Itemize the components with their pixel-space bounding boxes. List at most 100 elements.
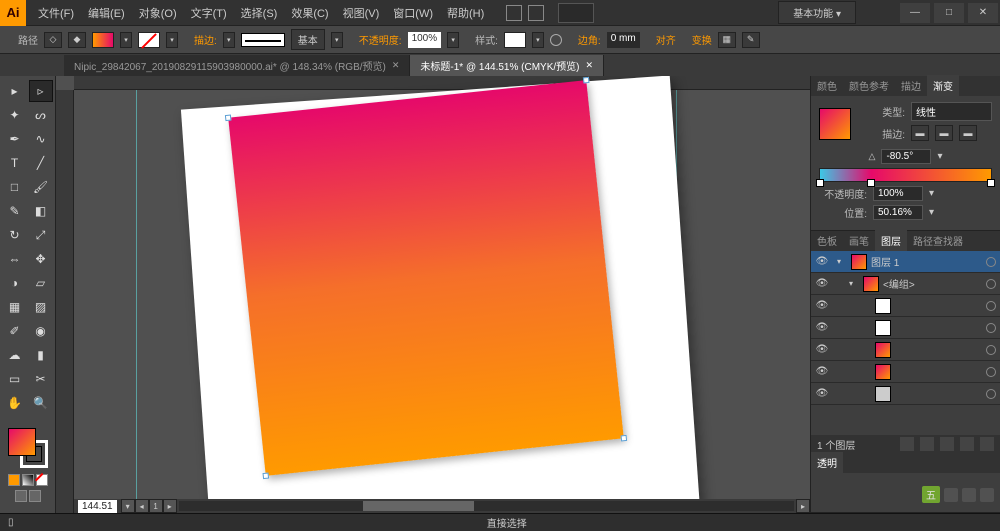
curvature-tool[interactable]: ∿	[29, 128, 53, 150]
menu-select[interactable]: 选择(S)	[235, 1, 284, 25]
artboard-next[interactable]: ▸	[163, 499, 177, 513]
mesh-tool[interactable]: ▦	[3, 296, 27, 318]
slice-tool[interactable]: ✂	[29, 368, 53, 390]
brush-definition[interactable]: 基本	[291, 29, 325, 50]
gradient-stop[interactable]	[816, 179, 824, 187]
panel-tab-layers[interactable]: 图层	[875, 230, 907, 251]
menu-effect[interactable]: 效果(C)	[285, 1, 334, 25]
opacity-label[interactable]: 不透明度:	[359, 32, 402, 47]
column-graph-tool[interactable]: ▮	[29, 344, 53, 366]
search-input[interactable]	[558, 3, 594, 23]
window-close[interactable]: ✕	[968, 3, 998, 23]
color-mode-icon[interactable]	[8, 474, 20, 486]
isolate-icon[interactable]: ▦	[718, 32, 736, 48]
visibility-icon[interactable]: 👁	[815, 256, 829, 267]
anchor-point[interactable]	[583, 77, 590, 84]
panel-tab-gradient[interactable]: 渐变	[927, 75, 959, 96]
visibility-icon[interactable]: 👁	[815, 322, 829, 333]
fill-dropdown[interactable]: ▾	[120, 32, 132, 48]
scrollbar-horizontal[interactable]	[179, 501, 794, 511]
layer-row[interactable]: 👁	[811, 383, 1000, 405]
fill-box[interactable]	[8, 428, 36, 456]
none-mode-icon[interactable]	[36, 474, 48, 486]
opacity-dropdown[interactable]: ▾	[447, 32, 459, 48]
panel-tab-transparency[interactable]: 透明	[811, 452, 843, 473]
visibility-icon[interactable]: 👁	[815, 344, 829, 355]
menu-file[interactable]: 文件(F)	[32, 1, 80, 25]
free-transform-tool[interactable]: ✥	[29, 248, 53, 270]
visibility-icon[interactable]: 👁	[815, 366, 829, 377]
selection-tool[interactable]: ▸	[3, 80, 27, 102]
target-icon[interactable]	[986, 257, 996, 267]
make-clipping-mask-icon[interactable]	[920, 437, 934, 451]
graphic-style-swatch[interactable]	[504, 32, 526, 48]
anchor-point[interactable]	[621, 435, 628, 442]
anchor-convert-icon[interactable]: ◇	[44, 32, 62, 48]
stroke-profile[interactable]	[241, 33, 285, 47]
layer-name[interactable]: <编组>	[883, 276, 982, 291]
visibility-icon[interactable]: 👁	[815, 388, 829, 399]
target-icon[interactable]	[986, 389, 996, 399]
rectangle-tool[interactable]: □	[3, 176, 27, 198]
anchor-convert-icon[interactable]: ◆	[68, 32, 86, 48]
blend-tool[interactable]: ◉	[29, 320, 53, 342]
menu-object[interactable]: 对象(O)	[133, 1, 183, 25]
menu-view[interactable]: 视图(V)	[337, 1, 386, 25]
perspective-tool[interactable]: ▱	[29, 272, 53, 294]
ruler-vertical[interactable]	[56, 90, 74, 513]
menu-help[interactable]: 帮助(H)	[441, 1, 490, 25]
scrollbar-thumb[interactable]	[363, 501, 474, 511]
lasso-tool[interactable]: ᔕ	[29, 104, 53, 126]
artboard-prev[interactable]: ◂	[135, 499, 149, 513]
paintbrush-tool[interactable]: 🖌	[29, 176, 53, 198]
anchor-point[interactable]	[225, 115, 232, 122]
close-icon[interactable]: ✕	[392, 60, 400, 71]
corner-input[interactable]: 0 mm	[607, 32, 640, 48]
width-tool[interactable]: ⇔	[3, 248, 27, 270]
layer-row[interactable]: 👁	[811, 339, 1000, 361]
gradient-slider[interactable]	[819, 168, 992, 182]
window-minimize[interactable]: —	[900, 3, 930, 23]
panel-tab-colorguide[interactable]: 颜色参考	[843, 75, 895, 96]
symbol-sprayer-tool[interactable]: ☁	[3, 344, 27, 366]
stroke-grad-icon[interactable]: ▬	[911, 125, 929, 141]
scale-tool[interactable]: ⤢	[29, 224, 53, 246]
stroke-swatch[interactable]	[138, 32, 160, 48]
screen-mode-icon[interactable]	[15, 490, 27, 502]
gradient-stop[interactable]	[867, 179, 875, 187]
document-tab[interactable]: Nipic_29842067_20190829115903980000.ai* …	[64, 55, 410, 76]
window-maximize[interactable]: □	[934, 3, 964, 23]
new-layer-icon[interactable]	[960, 437, 974, 451]
ruler-horizontal[interactable]	[74, 76, 810, 90]
zoom-dropdown[interactable]: ▾	[121, 499, 135, 513]
pen-tool[interactable]: ✒	[3, 128, 27, 150]
visibility-icon[interactable]: 👁	[815, 278, 829, 289]
screen-mode-icon[interactable]	[29, 490, 41, 502]
disclosure-icon[interactable]: ▾	[837, 257, 847, 266]
angle-input[interactable]	[881, 149, 931, 164]
locate-object-icon[interactable]	[900, 437, 914, 451]
zoom-tool[interactable]: 🔍	[29, 392, 53, 414]
layout-icon[interactable]	[506, 5, 522, 21]
gradient-rectangle[interactable]	[228, 80, 624, 476]
canvas[interactable]: 144.51 ▾ ◂ 1 ▸ ▸	[56, 76, 810, 513]
anchor-point[interactable]	[263, 473, 270, 480]
panel-tab-color[interactable]: 颜色	[811, 75, 843, 96]
shape-builder-tool[interactable]: ◑	[3, 272, 27, 294]
stroke-weight-dropdown[interactable]: ▾	[223, 32, 235, 48]
opacity-input[interactable]: 100%	[408, 32, 442, 48]
delete-layer-icon[interactable]	[980, 437, 994, 451]
menu-window[interactable]: 窗口(W)	[387, 1, 439, 25]
type-tool[interactable]: T	[3, 152, 27, 174]
layer-row[interactable]: 👁	[811, 361, 1000, 383]
visibility-icon[interactable]: 👁	[815, 300, 829, 311]
fill-swatch[interactable]	[92, 32, 114, 48]
new-sublayer-icon[interactable]	[940, 437, 954, 451]
workspace-switcher[interactable]: 基本功能 ▾	[778, 1, 856, 24]
brush-dropdown[interactable]: ▾	[331, 32, 343, 48]
line-tool[interactable]: ╱	[29, 152, 53, 174]
target-icon[interactable]	[986, 367, 996, 377]
align-label[interactable]: 对齐	[656, 32, 676, 47]
target-icon[interactable]	[986, 279, 996, 289]
style-dropdown[interactable]: ▾	[532, 32, 544, 48]
